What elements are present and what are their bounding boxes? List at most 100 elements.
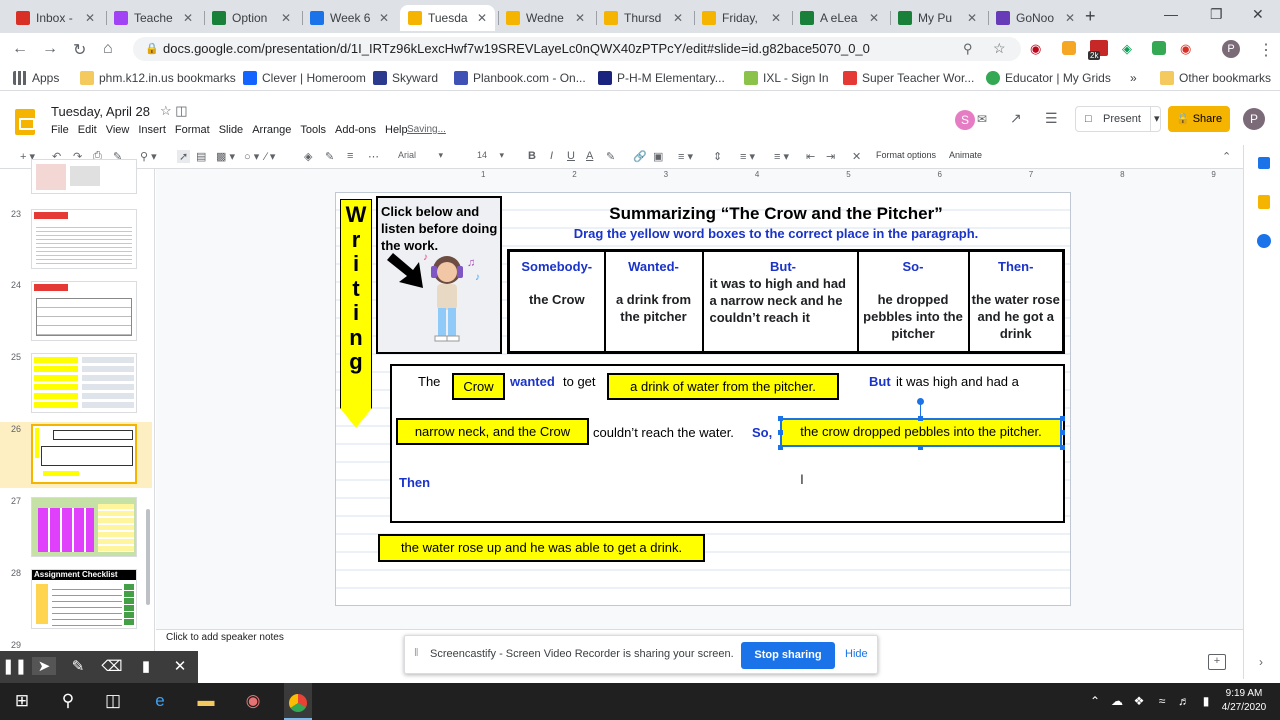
bookmarks-overflow-icon[interactable]: »: [1130, 71, 1137, 85]
chrome-icon[interactable]: [284, 683, 312, 720]
close-icon[interactable]: ✕: [168, 657, 192, 675]
browser-tab[interactable]: Week 6 ✕: [302, 5, 397, 31]
menu-item[interactable]: Arrange: [252, 124, 291, 136]
menu-item[interactable]: Help: [385, 124, 408, 136]
new-tab-button[interactable]: +: [1085, 6, 1096, 27]
pause-icon[interactable]: ❚❚: [2, 657, 27, 675]
bookmark-educator[interactable]: Educator | My Grids: [986, 71, 1111, 85]
image-icon[interactable]: ▩ ▾: [216, 150, 235, 163]
user-avatar[interactable]: P: [1243, 108, 1265, 130]
word-box-narrow-neck[interactable]: narrow neck, and the Crow: [396, 418, 589, 445]
selection-handle[interactable]: [1060, 445, 1065, 450]
slide-thumbnail-26[interactable]: [31, 424, 137, 484]
slide-thumbnail-24[interactable]: [31, 281, 137, 341]
tab-close-icon[interactable]: ✕: [771, 11, 781, 25]
save-status[interactable]: Saving...: [407, 124, 446, 135]
selection-handle[interactable]: [778, 445, 783, 450]
decrease-indent-icon[interactable]: ⇤: [806, 150, 815, 163]
chevron-down-icon[interactable]: ▾: [1150, 107, 1160, 131]
link-icon[interactable]: 🔗: [633, 150, 647, 163]
collapse-toolbar-icon[interactable]: ⌃: [1222, 150, 1231, 163]
menu-item[interactable]: Tools: [300, 124, 326, 136]
bookmark-star-icon[interactable]: ☆: [993, 40, 1006, 57]
close-window-icon[interactable]: ✕: [1252, 6, 1264, 23]
selection-handle[interactable]: [1060, 430, 1065, 435]
chevron-right-icon[interactable]: ›: [1259, 655, 1263, 669]
align-icon[interactable]: ≡ ▾: [678, 150, 693, 163]
clear-formatting-icon[interactable]: ✕: [852, 150, 861, 163]
browser-tab[interactable]: Tuesda ✕: [400, 5, 495, 31]
file-explorer-icon[interactable]: ▬: [194, 691, 218, 711]
slide-title[interactable]: Summarizing “The Crow and the Pitcher”: [510, 204, 1042, 224]
slides-logo-icon[interactable]: [15, 109, 35, 135]
tab-close-icon[interactable]: ✕: [183, 11, 193, 25]
windows-start-icon[interactable]: ⊞: [10, 691, 34, 711]
tab-close-icon[interactable]: ✕: [85, 11, 95, 25]
border-color-icon[interactable]: ✎: [325, 150, 334, 163]
italic-icon[interactable]: I: [550, 150, 553, 162]
show-hidden-icons[interactable]: ⌃: [1083, 694, 1107, 708]
present-button[interactable]: □ Present ▾: [1075, 106, 1161, 132]
audio-instructions-box[interactable]: Click below and listen before doing the …: [376, 196, 502, 354]
profile-avatar[interactable]: P: [1222, 40, 1240, 58]
format-options-button[interactable]: Format options: [876, 150, 936, 160]
tab-close-icon[interactable]: ✕: [379, 11, 389, 25]
comments-icon[interactable]: ☰: [1045, 110, 1058, 127]
menu-item[interactable]: Insert: [138, 124, 166, 136]
bulleted-list-icon[interactable]: ≡ ▾: [774, 150, 789, 163]
line-spacing-icon[interactable]: ⇕: [713, 150, 722, 163]
writing-arrow-banner[interactable]: Writing: [340, 199, 372, 429]
browser-tab[interactable]: Wedne ✕: [498, 5, 593, 31]
menu-item[interactable]: Add-ons: [335, 124, 376, 136]
word-box-water-rose[interactable]: the water rose up and he was able to get…: [378, 534, 705, 562]
wifi-icon[interactable]: ≈: [1150, 694, 1174, 708]
bookmark-apps[interactable]: Apps: [13, 71, 59, 85]
word-box-drink[interactable]: a drink of water from the pitcher.: [607, 373, 839, 400]
browser-tab[interactable]: Thursd ✕: [596, 5, 691, 31]
star-icon[interactable]: ☆ ◫: [160, 103, 188, 119]
numbered-list-icon[interactable]: ≡ ▾: [740, 150, 755, 163]
summary-table[interactable]: Somebody-the Crow Wanted-a drink from th…: [507, 249, 1065, 354]
underline-icon[interactable]: U: [567, 150, 575, 162]
menu-item[interactable]: Edit: [78, 124, 97, 136]
keep-icon[interactable]: [1258, 195, 1270, 209]
selection-handle[interactable]: [778, 430, 783, 435]
animate-button[interactable]: Animate: [949, 150, 982, 160]
reload-icon[interactable]: ↻: [73, 40, 86, 60]
browser-tab[interactable]: My Pu ✕: [890, 5, 985, 31]
font-size-select[interactable]: 14 ▾: [477, 150, 513, 161]
bookmark-clever[interactable]: Clever | Homeroom: [243, 71, 366, 85]
collaborator-avatar[interactable]: S: [955, 110, 975, 130]
border-weight-icon[interactable]: ≡: [347, 150, 353, 162]
browser-tab[interactable]: Teache ✕: [106, 5, 201, 31]
browser-tab[interactable]: A eLea ✕: [792, 5, 887, 31]
selection-handle[interactable]: [918, 445, 923, 450]
shape-icon[interactable]: ○ ▾: [244, 150, 259, 163]
increase-indent-icon[interactable]: ⇥: [826, 150, 835, 163]
bookmark-phm-folder[interactable]: phm.k12.in.us bookmarks: [80, 71, 236, 85]
tab-close-icon[interactable]: ✕: [477, 11, 487, 25]
slide-subtitle[interactable]: Drag the yellow word boxes to the correc…: [510, 226, 1042, 241]
search-icon[interactable]: ⚲: [963, 41, 973, 57]
dropbox-icon[interactable]: ❖: [1127, 694, 1151, 708]
bookmark-ixl[interactable]: IXL - Sign In: [744, 71, 829, 85]
maximize-icon[interactable]: ❐: [1210, 6, 1223, 23]
home-icon[interactable]: ⌂: [103, 40, 113, 58]
word-box-pebbles[interactable]: the crow dropped pebbles into the pitche…: [780, 418, 1062, 447]
browser-tab[interactable]: GoNoo ✕: [988, 5, 1083, 31]
word-box-crow[interactable]: Crow: [452, 373, 505, 400]
extension-icon-3[interactable]: [1152, 41, 1166, 55]
tab-close-icon[interactable]: ✕: [1065, 11, 1075, 25]
back-icon[interactable]: ←: [12, 40, 28, 58]
slide-thumbnail-23[interactable]: [31, 209, 137, 269]
zoom-icon[interactable]: ⚲ ▾: [140, 150, 157, 163]
bookmark-skyward[interactable]: Skyward: [373, 71, 438, 85]
text-color-icon[interactable]: A: [586, 150, 593, 162]
drag-handle-icon[interactable]: ‖: [414, 647, 419, 659]
pinterest-icon[interactable]: ◉: [1030, 41, 1041, 57]
edge-icon[interactable]: e: [148, 691, 172, 711]
task-view-icon[interactable]: ◫: [101, 691, 125, 711]
explore-icon[interactable]: +: [1208, 654, 1226, 670]
menu-item[interactable]: View: [106, 124, 130, 136]
fill-color-icon[interactable]: ◈: [304, 150, 312, 163]
